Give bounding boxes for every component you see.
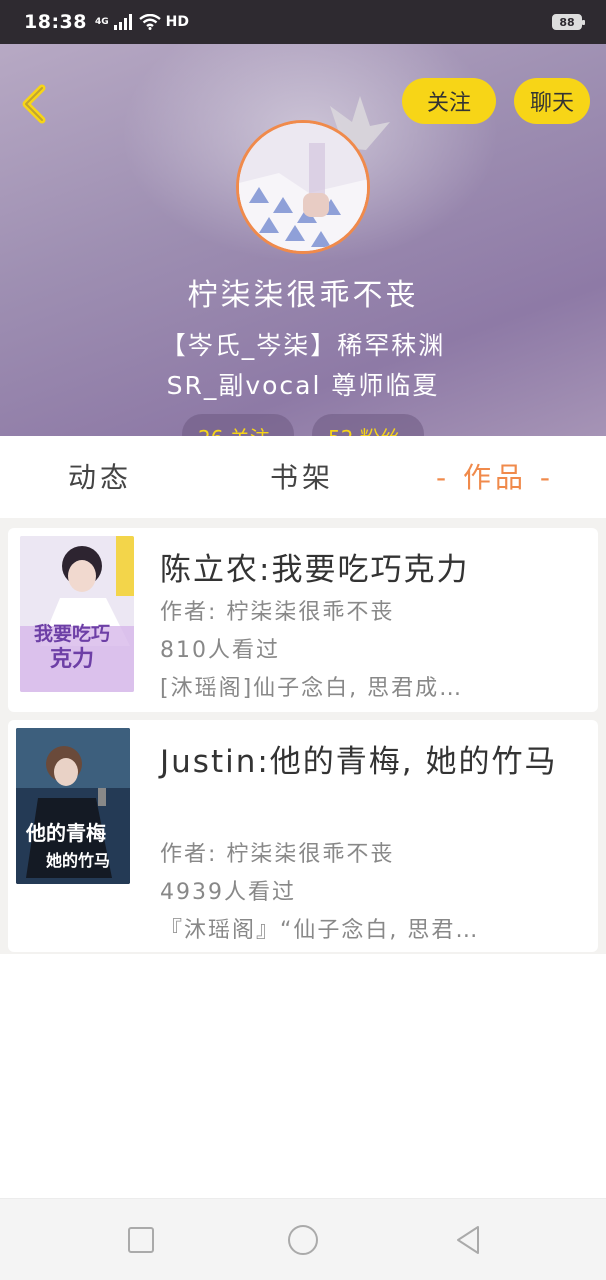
square-icon[interactable] xyxy=(124,1223,158,1257)
status-time: 18:38 xyxy=(24,11,87,33)
avatar[interactable] xyxy=(236,120,372,256)
cover-title-2: 她的竹马 xyxy=(46,851,110,870)
wifi-icon xyxy=(138,14,161,30)
cover-title-2: 克力 xyxy=(50,646,94,672)
circle-icon[interactable] xyxy=(286,1223,320,1257)
avatar-image xyxy=(236,120,370,254)
book-cover: 我要吃巧 克力 xyxy=(20,536,134,692)
signal-icon xyxy=(113,14,132,30)
list-item[interactable]: 我要吃巧 克力 陈立农:我要吃巧克力 作者: 柠柒柒很乖不丧 810人看过 [沐… xyxy=(8,528,598,712)
cover-title-1: 我要吃巧 xyxy=(34,622,110,645)
book-description: 『沐瑶阁』“仙子念白, 思君… xyxy=(160,918,480,943)
chat-button[interactable]: 聊天 xyxy=(514,78,590,124)
tab-works[interactable]: - 作品 - xyxy=(436,456,554,496)
bio-line-2: SR_副vocal 尊师临夏 xyxy=(166,371,440,400)
system-nav-bar xyxy=(0,1198,606,1280)
tab-bookshelf[interactable]: 书架 xyxy=(270,456,334,496)
cover-art: 他的青梅 她的竹马 xyxy=(16,728,130,884)
book-views: 810人看过 xyxy=(160,638,280,663)
following-count[interactable]: 26 关注 xyxy=(182,414,294,436)
cover-title-1: 他的青梅 xyxy=(25,821,106,845)
status-bar: 18:38 4G HD 88 xyxy=(0,0,606,44)
signal-group: 4G HD xyxy=(95,14,189,30)
works-list: 我要吃巧 克力 陈立农:我要吃巧克力 作者: 柠柒柒很乖不丧 810人看过 [沐… xyxy=(0,518,606,954)
chevron-left-icon[interactable] xyxy=(16,84,52,124)
hd-indicator: HD xyxy=(165,13,189,30)
nickname: 柠柒柒很乖不丧 xyxy=(187,278,419,313)
follow-button[interactable]: 关注 xyxy=(402,78,496,124)
network-type: 4G xyxy=(94,16,109,27)
book-cover: 他的青梅 她的竹马 xyxy=(16,728,130,884)
book-title[interactable]: Justin:他的青梅, 她的竹马 xyxy=(160,740,580,784)
book-title[interactable]: 陈立农:我要吃巧克力 xyxy=(160,548,580,592)
tab-dynamic[interactable]: 动态 xyxy=(68,456,132,496)
list-item[interactable]: 他的青梅 她的竹马 Justin:他的青梅, 她的竹马 作者: 柠柒柒很乖不丧 … xyxy=(8,720,598,952)
battery-icon: 88 xyxy=(552,14,585,30)
profile-header: 关注 聊天 柠柒柒很乖不丧 【岑氏_岑柒】稀罕秣渊 SR_副vocal 尊师临夏… xyxy=(0,44,606,436)
triangle-back-icon[interactable] xyxy=(452,1223,486,1257)
bio-line-1: 【岑氏_岑柒】稀罕秣渊 xyxy=(160,331,446,360)
book-views: 4939人看过 xyxy=(160,880,296,905)
book-author: 作者: 柠柒柒很乖不丧 xyxy=(160,600,395,625)
profile-tabs: 动态 书架 - 作品 - xyxy=(0,436,606,518)
avatar-picture xyxy=(239,123,367,251)
book-description: [沐瑶阁]仙子念白, 思君成… xyxy=(160,676,464,701)
book-author: 作者: 柠柒柒很乖不丧 xyxy=(160,842,395,867)
cover-art: 我要吃巧 克力 xyxy=(20,536,134,692)
battery-level: 88 xyxy=(559,15,575,29)
fans-count[interactable]: 52 粉丝 xyxy=(312,414,424,436)
